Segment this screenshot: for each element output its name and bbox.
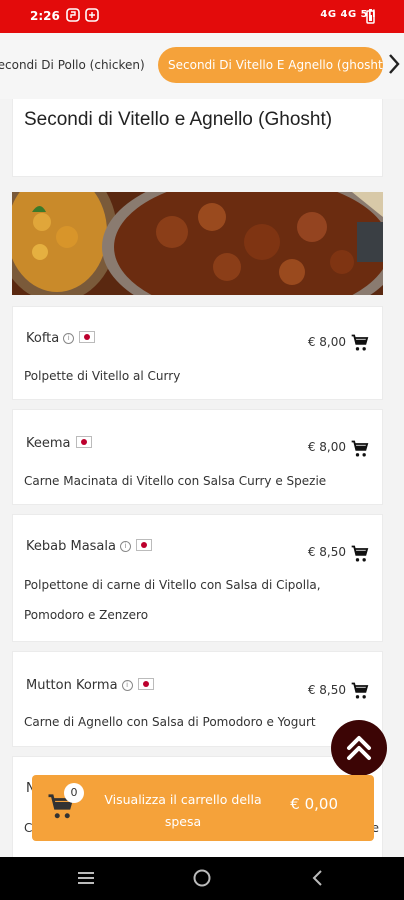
item-name: Kofta <box>26 331 60 346</box>
add-to-cart-icon[interactable] <box>350 439 370 459</box>
cart-total: € 0,00 <box>290 795 338 813</box>
item-price: € 8,50 <box>307 545 346 559</box>
recent-apps-icon[interactable] <box>76 870 96 886</box>
item-price: € 8,50 <box>307 683 346 697</box>
item-description: Carne Macinata di Vitello con Salsa Curr… <box>24 474 327 488</box>
section-title: Secondi di Vitello e Agnello (Ghosht) <box>24 109 333 130</box>
category-tabs: Secondi Di Pollo (chicken) Secondi Di Vi… <box>0 33 404 99</box>
notification-icon <box>66 8 80 22</box>
menu-item[interactable]: Kofta i € 8,00 Polpette di Vitello al Cur… <box>12 306 383 400</box>
item-price: € 8,00 <box>307 335 346 349</box>
battery-icon <box>366 9 375 24</box>
japan-flag-icon <box>135 539 152 551</box>
view-cart-button[interactable]: 0 Visualizza il carrello della spesa € 0… <box>32 775 374 841</box>
item-name: Kebab Masala <box>26 539 116 554</box>
item-description: Carne di Agnello con Salsa di Pomodoro e… <box>24 715 316 729</box>
chevron-right-icon[interactable] <box>384 49 404 79</box>
clock: 2:26 <box>30 9 60 23</box>
menu-item[interactable]: Kebab Masala i € 8,50 Polpettone di carne… <box>12 514 383 642</box>
japan-flag-icon <box>79 331 96 343</box>
back-icon[interactable] <box>310 869 326 887</box>
info-icon[interactable]: i <box>63 333 75 344</box>
notification-icon <box>85 8 99 22</box>
add-to-cart-icon[interactable] <box>350 333 370 353</box>
menu-item[interactable]: Keema € 8,00 Carne Macinata di Vitello c… <box>12 409 383 505</box>
item-description: Polpettone di carne di Vitello con Salsa… <box>24 578 321 622</box>
add-to-cart-icon[interactable] <box>350 681 370 701</box>
status-bar: 2:26 4G 4G 5ıl <box>0 0 404 33</box>
double-chevron-up-icon <box>347 736 371 760</box>
cart-count-badge: 0 <box>64 783 84 803</box>
item-name: Mutton Korma <box>26 678 118 693</box>
home-icon[interactable] <box>192 868 212 888</box>
item-description: Polpette di Vitello al Curry <box>24 369 181 383</box>
menu-item[interactable]: Mutton Korma i € 8,50 Carne di Agnello co… <box>12 651 383 747</box>
add-to-cart-icon[interactable] <box>350 544 370 564</box>
system-navigation-bar <box>0 857 404 900</box>
item-name: Keema <box>26 436 71 451</box>
info-icon[interactable]: i <box>119 541 131 552</box>
tab-secondi-di-vitello-e-agnello[interactable]: Secondi Di Vitello E Agnello (ghosht) <box>158 47 383 83</box>
tab-secondi-di-pollo[interactable]: Secondi Di Pollo (chicken) <box>0 47 145 83</box>
japan-flag-icon <box>75 436 92 448</box>
japan-flag-icon <box>137 678 154 690</box>
section-banner-image <box>12 192 383 295</box>
item-price: € 8,00 <box>307 440 346 454</box>
view-cart-label: Visualizza il carrello della spesa <box>104 792 262 829</box>
info-icon[interactable]: i <box>121 680 133 691</box>
scroll-to-top-button[interactable] <box>331 720 387 776</box>
section-header-card: Secondi di Vitello e Agnello (Ghosht) <box>12 99 383 177</box>
